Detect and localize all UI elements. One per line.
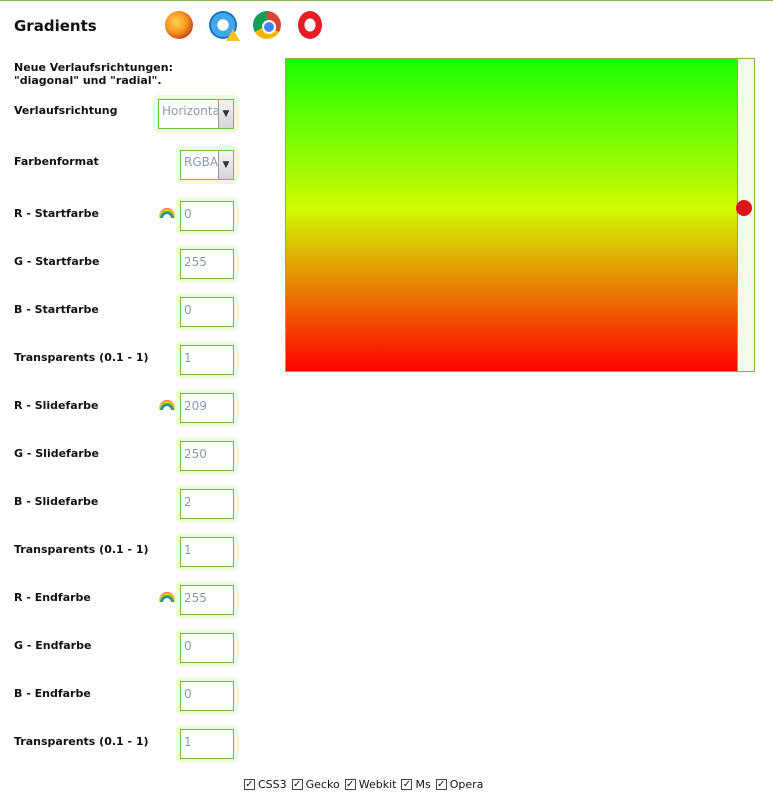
- intro-line-1: Neue Verlaufsrichtungen:: [14, 61, 173, 74]
- chevron-down-icon[interactable]: ▼: [218, 151, 233, 179]
- field-input-wrap: 255: [176, 581, 238, 619]
- checkbox-label: Webkit: [358, 778, 397, 791]
- field-input-wrap: 0: [176, 293, 238, 331]
- page-title: Gradients: [14, 17, 97, 35]
- field-label: G - Slidefarbe: [14, 447, 100, 460]
- checkbox-label: Ms: [415, 778, 431, 791]
- field-input-wrap: 255: [176, 245, 238, 283]
- color-value-input[interactable]: 255: [180, 585, 234, 615]
- firefox-icon[interactable]: [165, 11, 193, 39]
- checkbox-label: CSS3: [258, 778, 287, 791]
- color-value-input[interactable]: 0: [180, 633, 234, 663]
- color-value-input[interactable]: 255: [180, 249, 234, 279]
- direction-select-wrap: Horizontal ▼: [154, 95, 238, 133]
- field-input-wrap: 0: [176, 197, 238, 235]
- opera-icon[interactable]: [298, 11, 322, 39]
- field-label: B - Startfarbe: [14, 303, 99, 316]
- field-label: B - Slidefarbe: [14, 495, 99, 508]
- color-value-input[interactable]: 0: [180, 681, 234, 711]
- field-input-wrap: 250: [176, 437, 238, 475]
- rainbow-icon[interactable]: [159, 400, 175, 410]
- intro-line-2: "diagonal" und "radial".: [14, 74, 162, 87]
- field-input-wrap: 209: [176, 389, 238, 427]
- chevron-down-icon[interactable]: ▼: [218, 100, 233, 128]
- format-label: Farbenformat: [14, 155, 99, 168]
- field-label: Transparents (0.1 - 1): [14, 351, 149, 364]
- field-input-wrap: 0: [176, 677, 238, 715]
- field-label: B - Endfarbe: [14, 687, 91, 700]
- browser-checkbox-row: ✓ CSS3 ✓ Gecko ✓ Webkit ✓ Ms ✓ Opera: [244, 778, 483, 791]
- checkbox-icon[interactable]: ✓: [291, 779, 303, 790]
- checkbox-icon[interactable]: ✓: [344, 779, 356, 790]
- field-label: G - Endfarbe: [14, 639, 92, 652]
- color-value-input[interactable]: 0: [180, 297, 234, 327]
- checkbox-ms[interactable]: ✓ Ms: [401, 778, 431, 791]
- field-input-wrap: 1: [176, 341, 238, 379]
- field-label: G - Startfarbe: [14, 255, 100, 268]
- field-label: Transparents (0.1 - 1): [14, 735, 149, 748]
- checkbox-label: Opera: [449, 778, 484, 791]
- color-value-input[interactable]: 2: [180, 489, 234, 519]
- checkbox-icon[interactable]: ✓: [401, 779, 413, 790]
- color-value-input[interactable]: 1: [180, 537, 234, 567]
- format-select-wrap: RGBA ▼: [176, 146, 238, 184]
- intro-text: Neue Verlaufsrichtungen: "diagonal" und …: [14, 61, 173, 87]
- direction-label: Verlaufsrichtung: [14, 104, 118, 117]
- rainbow-icon[interactable]: [159, 208, 175, 218]
- chrome-center-icon: [262, 20, 276, 34]
- gradient-preview: [285, 58, 738, 372]
- field-label: R - Endfarbe: [14, 591, 91, 604]
- color-value-input[interactable]: 209: [180, 393, 234, 423]
- checkbox-icon[interactable]: ✓: [244, 779, 255, 790]
- rainbow-icon[interactable]: [159, 592, 175, 602]
- direction-select[interactable]: Horizontal ▼: [158, 99, 234, 129]
- checkbox-webkit[interactable]: ✓ Webkit: [344, 778, 397, 791]
- checkbox-icon[interactable]: ✓: [435, 779, 447, 790]
- direction-select-value: Horizontal: [162, 104, 218, 118]
- slide-handle[interactable]: [736, 200, 752, 216]
- field-input-wrap: 0: [176, 629, 238, 667]
- field-input-wrap: 1: [176, 725, 238, 763]
- color-value-input[interactable]: 1: [180, 345, 234, 375]
- format-select-value: RGBA: [184, 155, 218, 169]
- checkbox-opera[interactable]: ✓ Opera: [435, 778, 484, 791]
- color-value-input[interactable]: 1: [180, 729, 234, 759]
- format-select[interactable]: RGBA ▼: [180, 150, 234, 180]
- field-label: Transparents (0.1 - 1): [14, 543, 149, 556]
- checkbox-gecko[interactable]: ✓ Gecko: [291, 778, 340, 791]
- field-label: R - Startfarbe: [14, 207, 99, 220]
- color-value-input[interactable]: 0: [180, 201, 234, 231]
- checkbox-label: Gecko: [305, 778, 340, 791]
- field-input-wrap: 2: [176, 485, 238, 523]
- field-label: R - Slidefarbe: [14, 399, 99, 412]
- warning-icon: [226, 29, 240, 41]
- checkbox-css3[interactable]: ✓ CSS3: [244, 778, 287, 791]
- field-input-wrap: 1: [176, 533, 238, 571]
- color-value-input[interactable]: 250: [180, 441, 234, 471]
